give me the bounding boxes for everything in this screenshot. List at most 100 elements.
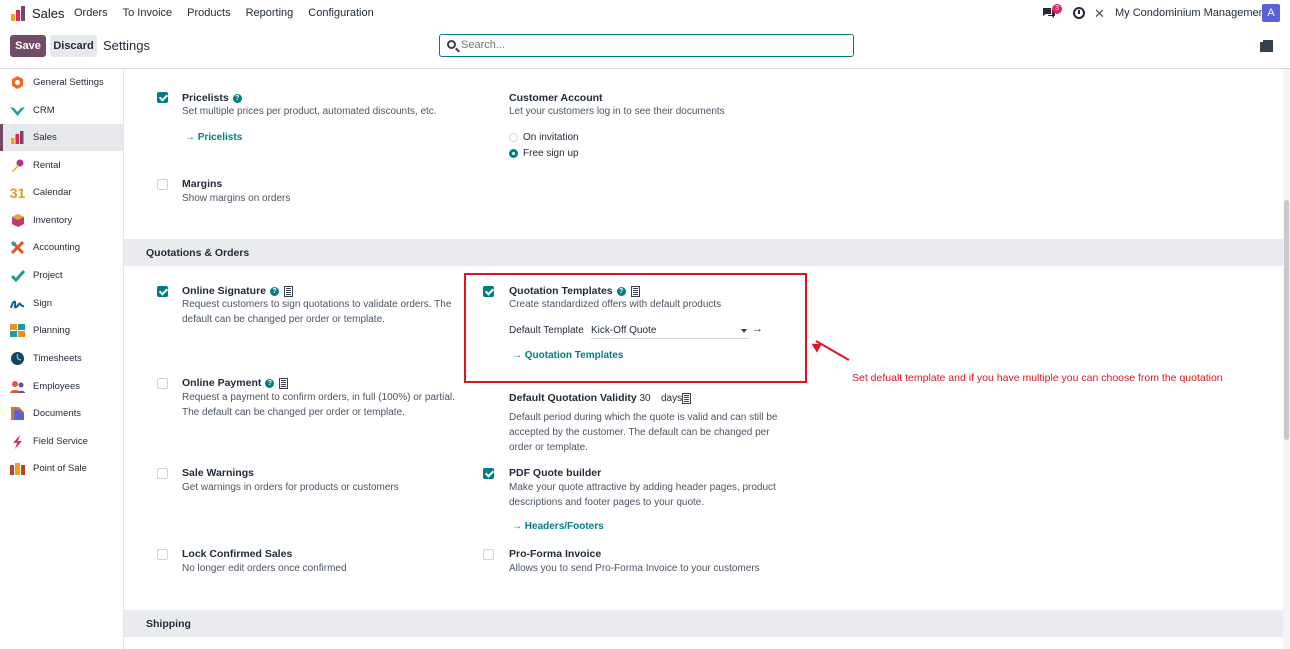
sidebar-item-label: Accounting <box>33 242 81 253</box>
search-box[interactable] <box>439 34 854 57</box>
save-button[interactable]: Save <box>10 35 46 57</box>
field-service-icon <box>10 434 25 449</box>
pdf-quote-builder-title: PDF Quote builder <box>509 467 602 479</box>
discard-button[interactable]: Discard <box>50 35 97 57</box>
rental-icon <box>10 158 25 173</box>
sidebar-item-calendar[interactable]: 31 Calendar <box>0 179 123 206</box>
default-quotation-validity-title: Default Quotation Validity <box>509 392 637 404</box>
section-quotations-orders: Quotations & Orders <box>124 239 1283 266</box>
online-signature-title: Online Signature? <box>182 285 294 297</box>
sidebar-item-project[interactable]: Project <box>0 262 123 289</box>
lock-confirmed-sales-checkbox[interactable] <box>157 549 168 560</box>
margins-checkbox[interactable] <box>157 179 168 190</box>
sidebar-item-general-settings[interactable]: General Settings <box>0 69 123 96</box>
online-signature-description: Request customers to sign quotations to … <box>182 299 452 325</box>
sidebar-item-point-of-sale[interactable]: Point of Sale <box>0 455 123 482</box>
help-icon[interactable]: ? <box>232 93 242 103</box>
project-icon <box>10 268 25 283</box>
user-avatar[interactable]: A <box>1262 4 1280 22</box>
top-navbar: Sales Orders To Invoice Products Reporti… <box>0 0 1290 27</box>
sidebar-item-label: Employees <box>33 381 80 392</box>
section-title: Quotations & Orders <box>146 247 250 259</box>
menu-orders[interactable]: Orders <box>74 7 108 19</box>
validity-days-input[interactable]: 30 <box>635 393 655 404</box>
general-settings-icon <box>10 75 25 90</box>
company-switcher[interactable]: My Condominium Management <box>1115 7 1268 19</box>
company-building-icon <box>279 377 289 389</box>
sidebar-item-rental[interactable]: Rental <box>0 152 123 179</box>
free-signup-label: Free sign up <box>523 148 579 159</box>
help-icon[interactable]: ? <box>265 378 275 388</box>
sidebar-item-documents[interactable]: Documents <box>0 400 123 427</box>
menu-configuration[interactable]: Configuration <box>308 7 373 19</box>
sidebar-item-sign[interactable]: Sign <box>0 290 123 317</box>
validity-days-unit: days <box>661 393 683 404</box>
debug-tools-icon[interactable]: ✕ <box>1094 6 1105 22</box>
sidebar-item-timesheets[interactable]: Timesheets <box>0 345 123 372</box>
online-signature-title-text: Online Signature <box>182 285 267 297</box>
sign-icon <box>10 296 25 311</box>
inventory-icon <box>10 213 25 228</box>
timesheets-icon <box>10 351 25 366</box>
sales-app-icon[interactable] <box>11 5 27 21</box>
sale-warnings-checkbox[interactable] <box>157 468 168 479</box>
customer-account-title: Customer Account <box>509 92 603 104</box>
sidebar-item-label: CRM <box>33 105 55 116</box>
clipboard-icon[interactable] <box>1260 40 1273 52</box>
annotation-highlight-box <box>464 273 807 383</box>
calendar-icon: 31 <box>9 184 26 201</box>
online-payment-description: Request a payment to confirm orders, in … <box>182 392 455 418</box>
page-title: Settings <box>103 38 150 53</box>
sidebar-item-sales[interactable]: Sales <box>0 124 123 151</box>
sidebar-item-label: Documents <box>33 408 82 419</box>
headers-footers-link[interactable]: → Headers/Footers <box>512 521 604 532</box>
sidebar-item-employees[interactable]: Employees <box>0 373 123 400</box>
search-input[interactable] <box>461 39 841 51</box>
help-icon[interactable]: ? <box>270 286 280 296</box>
pricelists-link[interactable]: → Pricelists <box>185 132 242 143</box>
proforma-invoice-title: Pro-Forma Invoice <box>509 548 602 560</box>
margins-description: Show margins on orders <box>182 193 291 204</box>
customer-account-description: Let your customers log in to see their d… <box>509 106 725 117</box>
sales-icon <box>10 130 25 145</box>
sidebar-item-label: Sign <box>33 298 53 309</box>
notification-badge: 3 <box>1052 4 1062 14</box>
scrollbar-thumb[interactable] <box>1284 200 1289 440</box>
default-quotation-validity-description: Default period during which the quote is… <box>509 412 778 453</box>
online-signature-checkbox[interactable] <box>157 286 168 297</box>
online-payment-title-text: Online Payment <box>182 377 262 389</box>
on-invitation-label: On invitation <box>523 132 579 143</box>
sidebar-item-accounting[interactable]: Accounting <box>0 234 123 261</box>
planning-icon <box>10 323 25 338</box>
free-signup-radio[interactable] <box>509 149 518 158</box>
menu-reporting[interactable]: Reporting <box>246 7 294 19</box>
top-menu: Orders To Invoice Products Reporting Con… <box>74 7 374 19</box>
sidebar-item-crm[interactable]: CRM <box>0 97 123 124</box>
sidebar-item-label: Field Service <box>33 436 88 447</box>
activity-clock-icon[interactable] <box>1073 7 1085 19</box>
pdf-quote-builder-checkbox[interactable] <box>483 468 494 479</box>
sidebar-item-planning[interactable]: Planning <box>0 317 123 344</box>
on-invitation-radio[interactable] <box>509 133 518 142</box>
pricelists-title-text: Pricelists <box>182 92 229 104</box>
lock-confirmed-sales-description: No longer edit orders once confirmed <box>182 563 347 574</box>
pricelists-title: Pricelists? <box>182 92 242 104</box>
menu-to-invoice[interactable]: To Invoice <box>123 7 173 19</box>
sidebar-item-field-service[interactable]: Field Service <box>0 428 123 455</box>
app-title[interactable]: Sales <box>32 6 65 21</box>
pricelists-checkbox[interactable] <box>157 92 168 103</box>
section-shipping: Shipping <box>124 610 1283 637</box>
headers-footers-link-text: Headers/Footers <box>524 521 604 532</box>
menu-products[interactable]: Products <box>187 7 230 19</box>
online-payment-checkbox[interactable] <box>157 378 168 389</box>
sidebar-item-inventory[interactable]: Inventory <box>0 207 123 234</box>
control-panel: Save Discard Settings <box>0 27 1290 69</box>
point-of-sale-icon <box>10 461 25 476</box>
pdf-quote-builder-description: Make your quote attractive by adding hea… <box>509 482 776 508</box>
company-building-icon <box>682 393 691 404</box>
proforma-invoice-checkbox[interactable] <box>483 549 494 560</box>
pricelists-description: Set multiple prices per product, automat… <box>182 106 437 117</box>
sidebar-item-label: Calendar <box>33 187 72 198</box>
lock-confirmed-sales-title: Lock Confirmed Sales <box>182 548 293 560</box>
crm-icon <box>10 103 25 118</box>
